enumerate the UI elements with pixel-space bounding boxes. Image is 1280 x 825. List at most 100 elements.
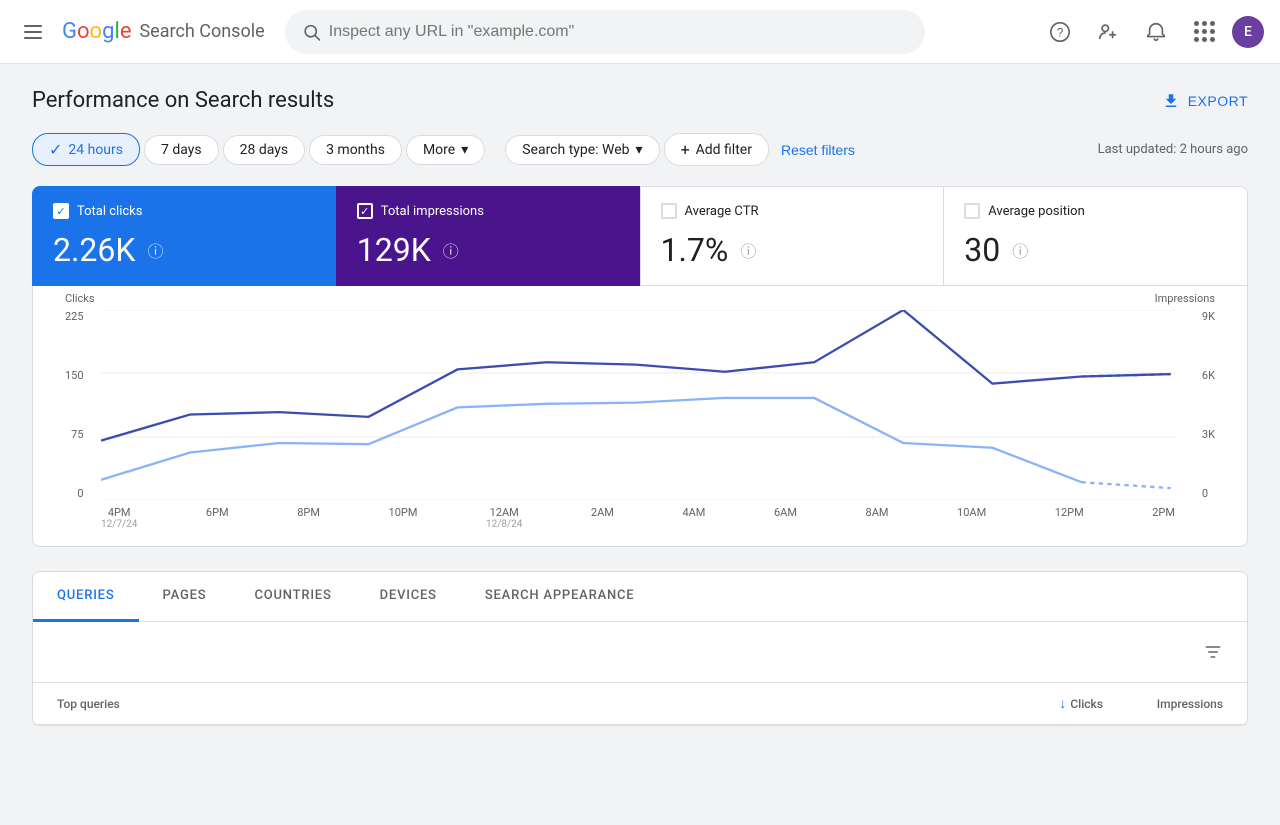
- chart-area: Clicks Impressions 225 150 75 0 9K 6K 3K…: [65, 310, 1215, 530]
- tab-pages[interactable]: PAGES: [139, 572, 231, 622]
- product-name: Search Console: [139, 21, 264, 42]
- google-logo: Google: [62, 19, 131, 44]
- main-content: Performance on Search results EXPORT ✓ 2…: [0, 64, 1280, 750]
- chart-y-label-left: Clicks: [65, 292, 95, 305]
- metric-label-ctr: Average CTR: [685, 204, 759, 219]
- metric-checkbox-impressions[interactable]: ✓: [357, 203, 373, 219]
- export-button[interactable]: EXPORT: [1162, 92, 1248, 110]
- reset-label: Reset filters: [781, 142, 855, 158]
- x-label-12pm: 12PM: [1055, 506, 1084, 530]
- x-label-6pm: 6PM: [206, 506, 229, 530]
- svg-text:?: ?: [1057, 25, 1064, 39]
- metric-card-position[interactable]: Average position 30 ⓘ: [943, 186, 1248, 286]
- x-label-4pm: 4PM 12/7/24: [101, 506, 137, 530]
- metric-label-impressions: Total impressions: [381, 204, 484, 219]
- clicks-line-solid: [101, 398, 1082, 482]
- chart-svg: [101, 310, 1175, 500]
- filter-chip-more[interactable]: More ▾: [406, 135, 485, 165]
- search-icon: [302, 22, 321, 42]
- metric-header-impressions: ✓ Total impressions: [357, 203, 620, 219]
- table-header: Top queries ↓ Clicks Impressions: [33, 683, 1247, 725]
- filter-columns-icon: [1203, 642, 1223, 662]
- x-label-2am: 2AM: [591, 506, 614, 530]
- tab-queries[interactable]: QUERIES: [33, 572, 139, 622]
- person-add-icon: [1097, 21, 1119, 43]
- user-icon-button[interactable]: [1088, 12, 1128, 52]
- menu-icon[interactable]: [16, 17, 50, 47]
- bell-icon: [1145, 21, 1167, 43]
- tab-countries[interactable]: COUNTRIES: [230, 572, 355, 622]
- metric-value-position: 30 ⓘ: [964, 231, 1227, 269]
- metric-value-ctr: 1.7% ⓘ: [661, 231, 924, 269]
- column-filter-button[interactable]: [1195, 634, 1231, 670]
- metric-checkbox-clicks[interactable]: ✓: [53, 203, 69, 219]
- metric-card-ctr[interactable]: Average CTR 1.7% ⓘ: [640, 186, 944, 286]
- chip-label-28days: 28 days: [240, 142, 288, 158]
- y-tick-0-right: 0: [1202, 487, 1208, 500]
- chart-svg-wrapper: [101, 310, 1175, 500]
- x-label-2pm: 2PM: [1152, 506, 1175, 530]
- page-header: Performance on Search results EXPORT: [32, 88, 1248, 113]
- add-filter-label: Add filter: [696, 142, 752, 158]
- search-bar[interactable]: [285, 10, 925, 54]
- metric-header-ctr: Average CTR: [661, 203, 924, 219]
- filter-chip-24hours[interactable]: ✓ 24 hours: [32, 133, 140, 166]
- y-tick-0-left: 0: [77, 487, 83, 500]
- search-type-label: Search type: Web: [522, 142, 629, 158]
- filter-chip-28days[interactable]: 28 days: [223, 135, 305, 165]
- tab-devices[interactable]: DEVICES: [356, 572, 461, 622]
- help-icon-ctr[interactable]: ⓘ: [740, 238, 756, 262]
- impressions-line: [101, 310, 1171, 441]
- chip-label-24hours: 24 hours: [68, 142, 123, 158]
- help-icon-impressions[interactable]: ⓘ: [443, 238, 459, 262]
- metrics-row: ✓ Total clicks 2.26K ⓘ ✓ Total impressio…: [32, 186, 1248, 286]
- col-query-header: Top queries: [57, 697, 983, 711]
- chevron-down-icon: ▾: [461, 142, 468, 158]
- chip-label-7days: 7 days: [161, 142, 202, 158]
- y-tick-225: 225: [65, 310, 84, 323]
- header-actions: ? E: [1040, 12, 1264, 52]
- help-icon-clicks[interactable]: ⓘ: [147, 238, 163, 262]
- metric-card-impressions[interactable]: ✓ Total impressions 129K ⓘ: [336, 186, 640, 286]
- help-button[interactable]: ?: [1040, 12, 1080, 52]
- filter-chip-7days[interactable]: 7 days: [144, 135, 219, 165]
- search-input[interactable]: [329, 23, 908, 41]
- search-type-filter[interactable]: Search type: Web ▾: [505, 135, 659, 165]
- col-clicks-header: ↓ Clicks: [983, 695, 1103, 712]
- y-tick-6k: 6K: [1202, 369, 1215, 382]
- y-tick-3k: 3K: [1202, 428, 1215, 441]
- y-tick-75: 75: [71, 428, 83, 441]
- chart-container: Clicks Impressions 225 150 75 0 9K 6K 3K…: [32, 286, 1248, 547]
- metric-header-position: Average position: [964, 203, 1227, 219]
- reset-filters-button[interactable]: Reset filters: [773, 136, 863, 164]
- metric-card-clicks[interactable]: ✓ Total clicks 2.26K ⓘ: [32, 186, 336, 286]
- header: Google Search Console ?: [0, 0, 1280, 64]
- more-label: More: [423, 142, 455, 158]
- metric-checkbox-position[interactable]: [964, 203, 980, 219]
- add-filter-button[interactable]: + Add filter: [664, 133, 769, 166]
- filter-chip-3months[interactable]: 3 months: [309, 135, 402, 165]
- tab-search-appearance[interactable]: SEARCH APPEARANCE: [461, 572, 659, 622]
- sort-arrow-icon: ↓: [1059, 695, 1066, 712]
- plus-icon: +: [681, 140, 690, 159]
- apps-button[interactable]: [1184, 12, 1224, 52]
- metric-label-clicks: Total clicks: [77, 204, 142, 219]
- metric-header-clicks: ✓ Total clicks: [53, 203, 316, 219]
- x-label-12am: 12AM 12/8/24: [486, 506, 522, 530]
- apps-grid-icon: [1192, 19, 1217, 44]
- tabs-toolbar: [33, 622, 1247, 683]
- logo[interactable]: Google Search Console: [62, 19, 265, 44]
- avatar[interactable]: E: [1232, 16, 1264, 48]
- filter-bar: ✓ 24 hours 7 days 28 days 3 months More …: [32, 133, 1248, 166]
- x-label-4am: 4AM: [682, 506, 705, 530]
- metric-checkbox-ctr[interactable]: [661, 203, 677, 219]
- notifications-button[interactable]: [1136, 12, 1176, 52]
- help-icon-position[interactable]: ⓘ: [1012, 238, 1028, 262]
- chevron-down-icon: ▾: [636, 142, 643, 158]
- export-label: EXPORT: [1188, 93, 1248, 109]
- x-label-10am: 10AM: [957, 506, 986, 530]
- check-icon: ✓: [49, 140, 62, 159]
- chart-y-right: 9K 6K 3K 0: [1194, 310, 1215, 500]
- chart-x-axis: 4PM 12/7/24 6PM 8PM 10PM 12AM 12/8/24 2A: [101, 506, 1175, 530]
- chart-y-left: 225 150 75 0: [65, 310, 92, 500]
